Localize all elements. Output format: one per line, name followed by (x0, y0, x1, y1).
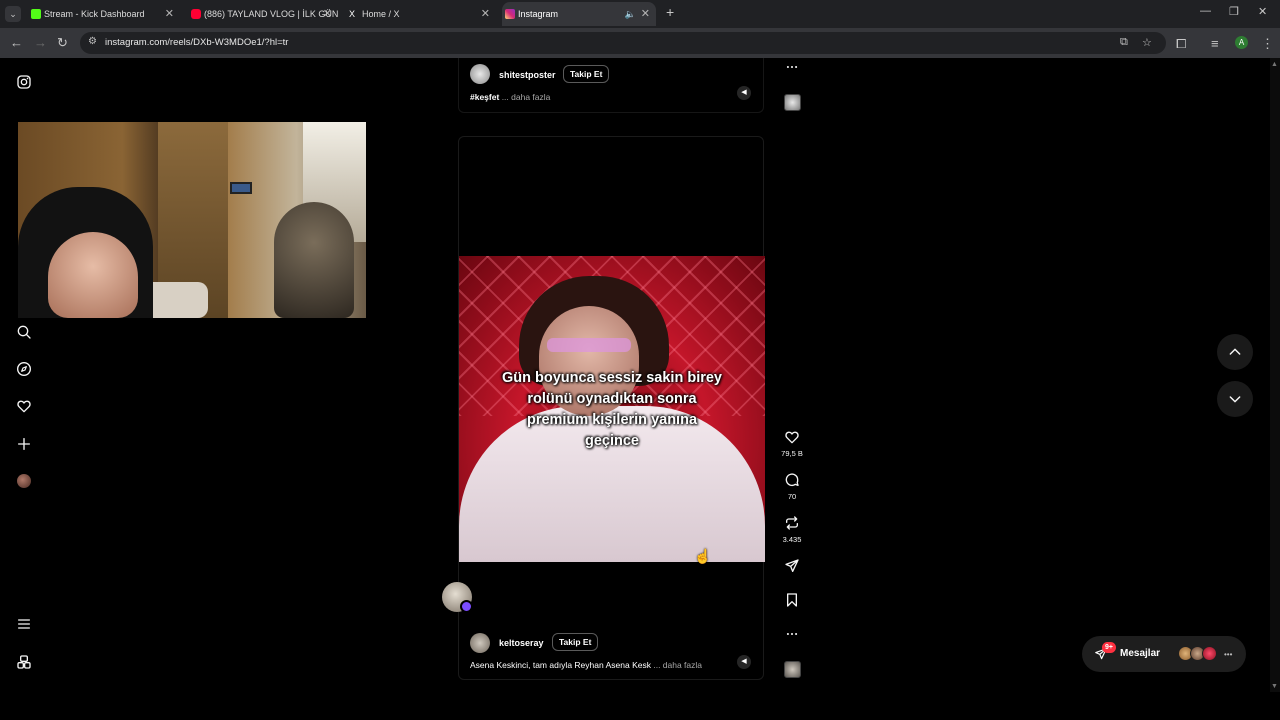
close-tab-icon[interactable]: ✕ (165, 2, 174, 26)
next-reel-button[interactable] (1217, 381, 1253, 417)
reel-caption[interactable]: Asena Keskinci, tam adıyla Reyhan Asena … (470, 660, 702, 670)
extensions-icon[interactable]: ⧠ (1176, 36, 1186, 52)
previous-audio-thumbnail[interactable] (784, 94, 801, 111)
webcam-overlay (18, 122, 366, 318)
comments-count: 70 (787, 492, 797, 501)
new-tab-button[interactable]: + (666, 4, 674, 20)
x-icon: X (349, 9, 356, 19)
overlay-line: Gün boyunca sessiz sakin birey (502, 370, 722, 386)
speaker-icon[interactable]: 🔈 (625, 2, 636, 26)
audio-thumbnail[interactable] (784, 661, 801, 678)
profile-avatar[interactable]: A (1235, 36, 1248, 49)
follow-button[interactable]: Takip Et (552, 633, 599, 651)
previous-reel-button[interactable] (1217, 334, 1253, 370)
tab-x-home[interactable]: X Home / X ✕ (346, 2, 496, 26)
previous-more-options-icon[interactable] (784, 60, 800, 74)
poster-avatar[interactable] (470, 633, 490, 653)
close-window-icon[interactable]: ✕ (1258, 5, 1267, 18)
url-text[interactable]: instagram.com/reels/DXb-W3MDOe1/?hl=tr (105, 37, 288, 48)
reload-icon[interactable]: ↻ (57, 35, 68, 51)
notifications-heart-icon[interactable] (16, 398, 32, 414)
tab-title: Stream - Kick Dashboard (44, 9, 145, 19)
overlay-line: rolünü oynadıktan sonra (527, 391, 697, 407)
chevron-up-icon (1229, 348, 1241, 355)
media-control-icon[interactable]: ≡ (1211, 36, 1219, 51)
instagram-icon (505, 9, 515, 19)
scroll-down-arrow-icon[interactable]: ▼ (1271, 683, 1278, 690)
youtube-icon (191, 9, 201, 19)
tab-title: Home / X (362, 9, 400, 19)
more-menu-icon[interactable] (16, 616, 32, 632)
site-info-icon[interactable]: ⚙ (88, 36, 97, 47)
kick-icon (31, 9, 41, 19)
back-icon[interactable]: ← (10, 35, 23, 50)
reel-caption[interactable]: #keşfet ... daha fazla (470, 92, 550, 102)
close-tab-icon[interactable]: ✕ (641, 2, 650, 26)
also-from-meta-icon[interactable] (16, 654, 32, 670)
hand-cursor-icon: ☝ (694, 548, 712, 564)
overlay-line: geçince (585, 433, 639, 449)
reel-username[interactable]: shitestposter (499, 70, 556, 80)
likes-count: 79,5 B (781, 449, 803, 458)
like-heart-icon[interactable] (784, 429, 800, 445)
messages-label: Mesajlar (1120, 648, 1161, 659)
comment-icon[interactable] (784, 472, 800, 488)
reposts-count: 3.435 (782, 535, 802, 544)
webcam-background-frame (230, 182, 252, 194)
sound-toggle-icon[interactable]: ◀ (737, 655, 751, 669)
browser-menu-icon[interactable]: ⋮ (1261, 36, 1274, 52)
caption-hashtag[interactable]: #keşfet (470, 92, 499, 102)
overlay-line: premium kişilerin yanına (526, 412, 698, 428)
webcam-teddy-bear (274, 202, 354, 318)
webcam-person-face (48, 232, 138, 318)
reel-current[interactable]: Gün boyunca sessiz sakin birey rolünü oy… (458, 136, 765, 680)
follow-button[interactable]: Takip Et (563, 65, 610, 83)
caption-text[interactable]: Asena Keskinci, tam adıyla Reyhan Asena … (470, 660, 651, 670)
instagram-logo-icon[interactable] (16, 74, 32, 90)
reel-username[interactable]: keltoseray (499, 638, 544, 648)
video-overlay-text: Gün boyunca sessiz sakin birey rolünü oy… (482, 368, 742, 452)
tab-kick-dashboard[interactable]: Stream - Kick Dashboard ✕ (28, 2, 180, 26)
browser-toolbar: ← → ↻ ⚙ instagram.com/reels/DXb-W3MDOe1/… (0, 28, 1280, 58)
share-send-icon[interactable] (784, 558, 800, 574)
tab-title: (886) TAYLAND VLOG | İLK GÜN (204, 9, 338, 19)
bookmark-star-icon[interactable]: ☆ (1142, 36, 1152, 49)
profile-avatar-icon[interactable] (17, 474, 31, 488)
bottom-letterbox (0, 692, 1280, 720)
more-options-icon[interactable] (784, 627, 800, 641)
scroll-up-arrow-icon[interactable]: ▲ (1271, 61, 1278, 68)
verified-badge-icon (460, 600, 473, 613)
create-plus-icon[interactable] (16, 436, 32, 452)
unread-badge: 9+ (1102, 642, 1116, 653)
reel-previous[interactable]: shitestposter Takip Et #keşfet ... daha … (458, 58, 764, 113)
search-icon[interactable] (16, 324, 32, 340)
sound-toggle-icon[interactable]: ◀ (737, 86, 751, 100)
reel-video[interactable]: Gün boyunca sessiz sakin birey rolünü oy… (459, 256, 765, 562)
chevron-down-icon (1229, 396, 1241, 403)
forward-icon[interactable]: → (34, 35, 47, 50)
tab-search-button[interactable]: ⌄ (5, 6, 21, 22)
message-avatar (1202, 646, 1217, 661)
caption-more-link[interactable]: ... daha fazla (653, 660, 702, 670)
tab-instagram[interactable]: Instagram 🔈 ✕ (502, 2, 656, 26)
page-scrollbar[interactable] (1270, 58, 1280, 692)
tab-youtube-vlog[interactable]: (886) TAYLAND VLOG | İLK GÜN ✕ (188, 2, 338, 26)
close-tab-icon[interactable]: ✕ (323, 2, 332, 26)
poster-avatar[interactable] (470, 64, 490, 84)
repost-icon[interactable] (784, 515, 800, 531)
restore-icon[interactable]: ❐ (1229, 5, 1239, 18)
install-app-icon[interactable]: ⧉ (1120, 36, 1128, 49)
close-tab-icon[interactable]: ✕ (481, 2, 490, 26)
minimize-icon[interactable]: — (1200, 5, 1211, 17)
messages-button[interactable]: 9+ Mesajlar (1082, 636, 1246, 672)
explore-compass-icon[interactable] (16, 361, 32, 377)
messages-more-icon[interactable]: ••• (1224, 650, 1232, 659)
address-bar[interactable]: ⚙ instagram.com/reels/DXb-W3MDOe1/?hl=tr… (80, 32, 1166, 54)
video-person-glasses (547, 338, 631, 352)
save-bookmark-icon[interactable] (784, 592, 800, 608)
browser-tab-strip: ⌄ Stream - Kick Dashboard ✕ (886) TAYLAN… (0, 0, 1280, 28)
caption-more-link[interactable]: ... daha fazla (502, 92, 551, 102)
